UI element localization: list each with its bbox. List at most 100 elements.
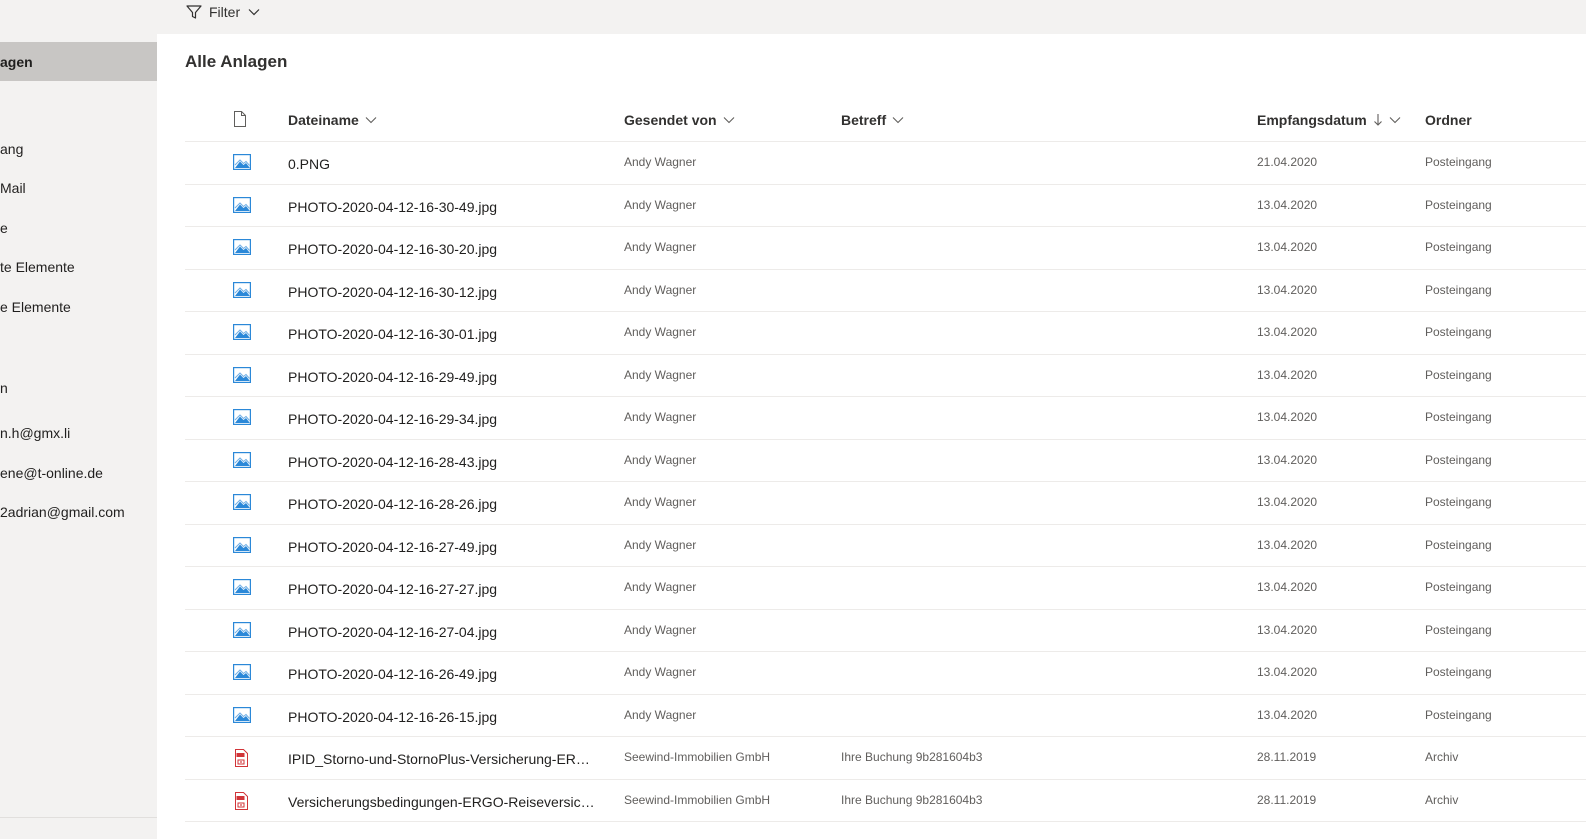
page-title: Alle Anlagen: [185, 52, 288, 71]
row-date: 13.04.2020: [1257, 537, 1318, 552]
table-row[interactable]: Versicherungsbedingungen-ERGO-Reiseversi…: [185, 780, 1586, 822]
table-row[interactable]: PHOTO-2020-04-12-16-29-34.jpg Andy Wagner…: [185, 397, 1586, 440]
row-folder: Posteingang: [1425, 537, 1492, 552]
sidebar-item-elements-2[interactable]: e Elemente: [0, 296, 71, 318]
row-filename: PHOTO-2020-04-12-16-30-20.jpg: [288, 241, 498, 257]
row-folder: Posteingang: [1425, 622, 1492, 637]
row-sender: Seewind-Immobilien GmbH: [624, 750, 771, 764]
row-filename: PHOTO-2020-04-12-16-28-26.jpg: [288, 496, 498, 512]
image-file-icon: [233, 706, 251, 723]
row-filename: 0.PNG: [288, 156, 331, 172]
row-folder: Posteingang: [1425, 452, 1492, 467]
row-folder: Posteingang: [1425, 155, 1492, 169]
attachments-list: 0.PNG Andy Wagner 21.04.2020 Posteingang PHO…: [185, 142, 1586, 822]
sidebar-item-account-gmx[interactable]: n.h@gmx.li: [0, 422, 70, 444]
row-sender: Andy Wagner: [624, 410, 697, 424]
column-header-sender-label: Gesendet von: [624, 112, 717, 128]
sidebar-item-inbox[interactable]: ang: [0, 138, 23, 160]
image-file-icon: [233, 281, 251, 298]
table-row[interactable]: PHOTO-2020-04-12-16-30-12.jpg Andy Wagner…: [185, 270, 1586, 312]
sidebar-item-attachments[interactable]: agen: [0, 51, 33, 73]
table-row[interactable]: IPID_Storno-und-StornoPlus-Versicherung-…: [185, 737, 1586, 780]
sidebar-item-elements-1[interactable]: te Elemente: [0, 256, 75, 278]
column-header-subject-label: Betreff: [841, 112, 887, 128]
row-date: 13.04.2020: [1257, 240, 1318, 254]
top-command-bar: Filter: [0, 0, 1586, 34]
table-row[interactable]: PHOTO-2020-04-12-16-28-26.jpg Andy Wagner…: [185, 482, 1586, 525]
column-header-date[interactable]: Empfangsdatum: [1257, 98, 1401, 142]
table-row[interactable]: PHOTO-2020-04-12-16-29-49.jpg Andy Wagner…: [185, 355, 1586, 397]
image-file-icon: [233, 494, 251, 511]
row-folder: Posteingang: [1425, 665, 1492, 679]
row-date: 13.04.2020: [1257, 410, 1318, 424]
table-row[interactable]: PHOTO-2020-04-12-16-28-43.jpg Andy Wagner…: [185, 440, 1586, 482]
image-file-icon: [233, 324, 251, 341]
column-header-folder-label: Ordner: [1425, 112, 1472, 128]
row-sender: Andy Wagner: [624, 495, 697, 509]
table-row[interactable]: PHOTO-2020-04-12-16-27-27.jpg Andy Wagner…: [185, 567, 1586, 610]
row-filename: PHOTO-2020-04-12-16-30-01.jpg: [288, 326, 498, 342]
folder-sidebar: agen ang Mail e te Elemente e Elemente n…: [0, 34, 157, 839]
row-sender: Andy Wagner: [624, 537, 697, 552]
table-row[interactable]: PHOTO-2020-04-12-16-30-20.jpg Andy Wagner…: [185, 227, 1586, 270]
row-sender: Andy Wagner: [624, 367, 697, 382]
column-header-sender[interactable]: Gesendet von: [624, 98, 735, 142]
image-file-icon: [233, 536, 251, 553]
table-row[interactable]: PHOTO-2020-04-12-16-27-49.jpg Andy Wagner…: [185, 525, 1586, 567]
row-date: 13.04.2020: [1257, 707, 1318, 722]
row-sender: Andy Wagner: [624, 452, 697, 467]
table-row[interactable]: 0.PNG Andy Wagner 21.04.2020 Posteingang: [185, 142, 1586, 185]
chevron-down-icon: [365, 114, 377, 126]
image-file-icon: [233, 239, 251, 256]
sidebar-divider: [0, 817, 157, 818]
row-folder: Posteingang: [1425, 580, 1492, 594]
image-file-icon: [233, 451, 251, 468]
sidebar-item-folder[interactable]: e: [0, 217, 8, 239]
row-date: 13.04.2020: [1257, 282, 1318, 297]
row-filename: PHOTO-2020-04-12-16-30-49.jpg: [288, 198, 498, 215]
chevron-down-icon: [723, 114, 735, 126]
row-filename: PHOTO-2020-04-12-16-27-04.jpg: [288, 623, 498, 640]
row-date: 13.04.2020: [1257, 325, 1318, 339]
row-subject: Ihre Buchung 9b281604b3: [841, 792, 983, 807]
row-date: 13.04.2020: [1257, 665, 1318, 679]
table-row[interactable]: PHOTO-2020-04-12-16-26-49.jpg Andy Wagner…: [185, 652, 1586, 695]
table-row[interactable]: PHOTO-2020-04-12-16-30-01.jpg Andy Wagner…: [185, 312, 1586, 355]
row-folder: Posteingang: [1425, 367, 1492, 382]
row-filename: PHOTO-2020-04-12-16-26-15.jpg: [288, 708, 498, 725]
row-folder: Posteingang: [1425, 495, 1492, 509]
row-folder: Posteingang: [1425, 325, 1492, 339]
sidebar-item-account-gmail[interactable]: 2adrian@gmail.com: [0, 501, 125, 523]
column-header-subject[interactable]: Betreff: [841, 98, 904, 142]
sort-descending-icon: [1373, 113, 1383, 127]
pdf-file-icon: [233, 749, 251, 767]
row-filename: PHOTO-2020-04-12-16-28-43.jpg: [288, 453, 498, 470]
sidebar-item-mail[interactable]: Mail: [0, 177, 26, 199]
row-sender: Andy Wagner: [624, 707, 697, 722]
row-filename: PHOTO-2020-04-12-16-26-49.jpg: [288, 666, 498, 682]
column-header-filetype[interactable]: [233, 98, 247, 142]
row-folder: Posteingang: [1425, 240, 1492, 254]
column-header-filename[interactable]: Dateiname: [288, 98, 377, 142]
image-file-icon: [233, 579, 251, 596]
chevron-down-icon: [248, 6, 260, 18]
sidebar-item-group[interactable]: n: [0, 377, 8, 399]
sidebar-item-account-t-online[interactable]: ene@t-online.de: [0, 462, 103, 484]
column-header-filename-label: Dateiname: [288, 112, 359, 128]
chevron-down-icon: [892, 114, 904, 126]
table-row[interactable]: PHOTO-2020-04-12-16-27-04.jpg Andy Wagner…: [185, 610, 1586, 652]
row-filename: Versicherungsbedingungen-ERGO-Reiseversi…: [288, 793, 600, 810]
row-folder: Posteingang: [1425, 707, 1492, 722]
filter-label: Filter: [209, 4, 241, 20]
filter-button[interactable]: Filter: [185, 2, 260, 22]
column-header-folder[interactable]: Ordner: [1425, 98, 1472, 142]
row-folder: Posteingang: [1425, 282, 1492, 297]
pdf-file-icon: [233, 791, 251, 810]
row-sender: Andy Wagner: [624, 197, 697, 212]
row-sender: Andy Wagner: [624, 622, 697, 637]
row-sender: Andy Wagner: [624, 325, 697, 339]
row-filename: PHOTO-2020-04-12-16-27-49.jpg: [288, 538, 498, 555]
table-row[interactable]: PHOTO-2020-04-12-16-26-15.jpg Andy Wagner…: [185, 695, 1586, 737]
row-folder: Posteingang: [1425, 197, 1492, 212]
table-row[interactable]: PHOTO-2020-04-12-16-30-49.jpg Andy Wagner…: [185, 185, 1586, 227]
